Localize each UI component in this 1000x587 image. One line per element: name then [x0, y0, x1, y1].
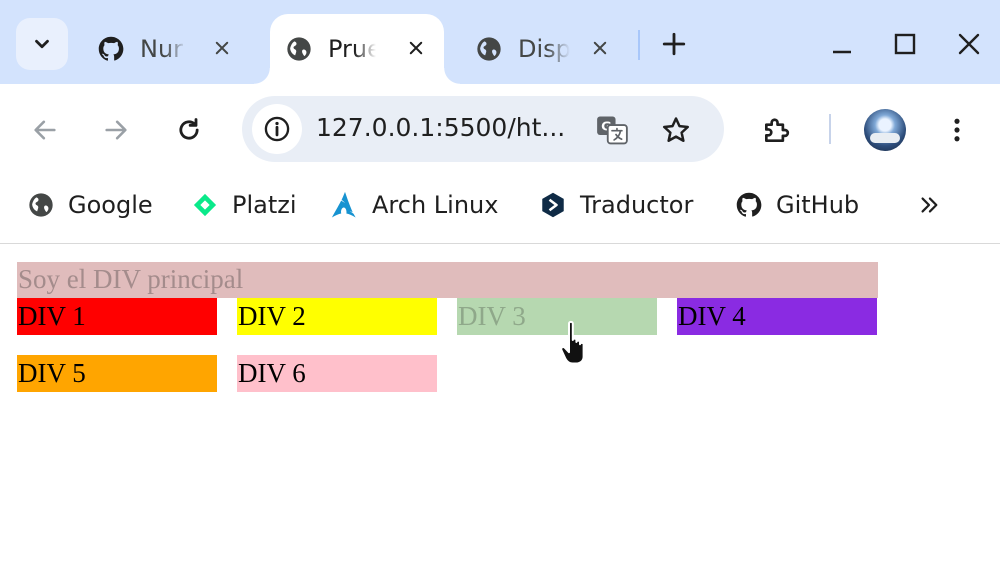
bookmarks-bar: Google Platzi Arch Linux Traductor GitHu…: [0, 174, 1000, 244]
tab-search-button[interactable]: [16, 18, 68, 70]
arch-linux-icon: [330, 190, 360, 220]
bookmark-star-button[interactable]: [658, 112, 694, 148]
minimize-icon: [833, 50, 851, 54]
bookmark-github[interactable]: GitHub: [734, 188, 859, 222]
translate-button[interactable]: G: [594, 112, 630, 148]
reload-icon: [179, 118, 199, 140]
close-tab-icon[interactable]: [402, 34, 430, 62]
tab-title: Prue: [328, 35, 376, 63]
maximize-icon: [894, 33, 916, 55]
forward-button[interactable]: [96, 110, 136, 150]
back-button[interactable]: [25, 110, 65, 150]
traductor-icon: [538, 190, 568, 220]
bookmark-traductor[interactable]: Traductor: [538, 188, 693, 222]
platzi-icon: [190, 190, 220, 220]
info-icon: [264, 116, 290, 142]
page-viewport: Soy el DIV principal DIV 1 DIV 2 DIV 3 D…: [0, 245, 1000, 587]
bookmark-label: Google: [68, 191, 153, 219]
arrow-left-icon: [34, 120, 56, 140]
url-text[interactable]: 127.0.0.1:5500/ht...: [316, 113, 565, 142]
bookmark-platzi[interactable]: Platzi: [190, 188, 297, 222]
chevron-down-icon: [35, 39, 49, 49]
bookmark-label: Arch Linux: [372, 191, 499, 219]
menu-button[interactable]: [937, 110, 977, 150]
div-2: DIV 2: [237, 298, 437, 335]
translate-icon: G: [597, 116, 628, 145]
div-5: DIV 5: [17, 355, 217, 392]
globe-icon: [474, 34, 504, 64]
reload-button[interactable]: [169, 110, 209, 150]
div-1: DIV 1: [17, 298, 217, 335]
arrow-right-icon: [105, 120, 127, 140]
tab-separator: [638, 30, 640, 60]
tab-title: Nur: [140, 35, 184, 63]
bookmark-arch-linux[interactable]: Arch Linux: [330, 188, 498, 222]
github-icon: [96, 34, 126, 64]
globe-icon: [284, 34, 314, 64]
toolbar-separator: [829, 114, 831, 144]
close-tab-icon[interactable]: [208, 34, 236, 62]
minimize-button[interactable]: [824, 26, 860, 62]
bookmark-label: Platzi: [232, 191, 297, 219]
tab-prue[interactable]: Prue: [254, 14, 460, 84]
div-principal: Soy el DIV principal: [17, 262, 878, 298]
address-bar[interactable]: 127.0.0.1:5500/ht... G: [242, 96, 724, 162]
globe-icon: [26, 190, 56, 220]
bookmark-label: Traductor: [580, 191, 694, 219]
maximize-button[interactable]: [887, 26, 923, 62]
site-info-button[interactable]: [252, 104, 302, 154]
star-icon: [663, 117, 689, 142]
tab-disp[interactable]: Disp: [460, 14, 628, 84]
bookmark-label: GitHub: [776, 191, 860, 219]
close-tab-icon[interactable]: [586, 34, 614, 62]
more-bookmarks-button[interactable]: [912, 188, 946, 222]
tab-strip: Nur Prue Disp: [0, 0, 1000, 84]
div-3[interactable]: DIV 3: [457, 298, 657, 335]
close-window-button[interactable]: [951, 26, 987, 62]
new-tab-button[interactable]: [658, 28, 690, 60]
bookmark-google[interactable]: Google: [26, 188, 153, 222]
github-icon: [734, 190, 764, 220]
puzzle-icon: [765, 118, 790, 142]
close-icon: [958, 33, 980, 55]
double-chevron-right-icon: [921, 197, 938, 213]
browser-toolbar: 127.0.0.1:5500/ht... G: [0, 84, 1000, 174]
profile-avatar[interactable]: [864, 109, 906, 151]
tab-title: Disp: [518, 35, 570, 63]
tab-github[interactable]: Nur: [82, 14, 250, 84]
hand-pointer-cursor-icon: [560, 320, 585, 365]
div-4: DIV 4: [677, 298, 877, 335]
plus-icon: [662, 32, 686, 56]
div-6: DIV 6: [237, 355, 437, 392]
more-vertical-icon: [954, 118, 960, 142]
extensions-button[interactable]: [757, 110, 797, 150]
